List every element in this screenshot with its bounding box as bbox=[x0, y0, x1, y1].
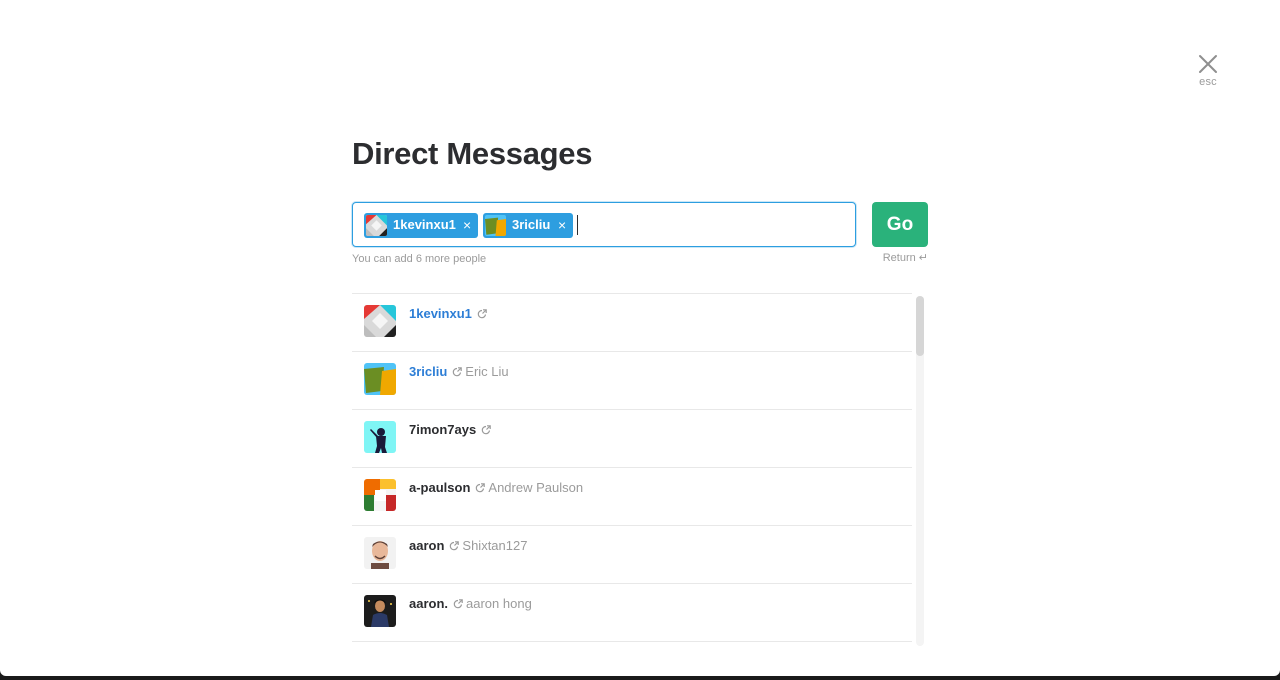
recipients-input[interactable]: 1kevinxu1 × 3ricliu × bbox=[352, 202, 856, 247]
username: aaron bbox=[409, 538, 445, 553]
external-link-icon bbox=[453, 597, 463, 612]
list-item[interactable]: aaron Shixtan127 bbox=[352, 526, 912, 584]
real-name: Andrew Paulson bbox=[488, 480, 584, 495]
close-button[interactable]: esc bbox=[1190, 54, 1226, 88]
avatar bbox=[364, 479, 396, 511]
username: aaron. bbox=[409, 596, 449, 611]
recipient-token[interactable]: 3ricliu × bbox=[483, 213, 573, 238]
list-item[interactable]: aaron. aaron hong bbox=[352, 584, 912, 642]
text-caret bbox=[577, 215, 578, 235]
recipient-token[interactable]: 1kevinxu1 × bbox=[364, 213, 478, 238]
token-label: 1kevinxu1 bbox=[393, 217, 456, 232]
external-link-icon bbox=[477, 307, 487, 322]
username: a-paulson bbox=[409, 480, 471, 495]
token-label: 3ricliu bbox=[512, 217, 551, 232]
real-name: Shixtan127 bbox=[462, 538, 528, 553]
avatar bbox=[485, 215, 506, 236]
avatar bbox=[364, 305, 396, 337]
recipient-limit-hint: You can add 6 more people bbox=[352, 253, 487, 265]
avatar bbox=[364, 421, 396, 453]
avatar bbox=[366, 215, 387, 236]
list-item[interactable]: 1kevinxu1 bbox=[352, 294, 912, 352]
external-link-icon bbox=[452, 365, 463, 380]
list-scrollbar[interactable] bbox=[916, 296, 924, 646]
real-name: Eric Liu bbox=[465, 364, 509, 379]
remove-token-icon[interactable]: × bbox=[558, 217, 566, 233]
username: 3ricliu bbox=[409, 364, 448, 379]
remove-token-icon[interactable]: × bbox=[463, 217, 471, 233]
member-results-list[interactable]: 1kevinxu1 3ricliu Eric Liu 7imon7ays a-p… bbox=[352, 293, 912, 647]
external-link-icon bbox=[481, 423, 492, 438]
page-title: Direct Messages bbox=[352, 136, 593, 171]
list-item[interactable]: a-paulson Andrew Paulson bbox=[352, 468, 912, 526]
username: 1kevinxu1 bbox=[409, 306, 472, 321]
go-button[interactable]: Go bbox=[872, 202, 928, 247]
username: 7imon7ays bbox=[409, 422, 477, 437]
list-item[interactable]: 7imon7ays bbox=[352, 410, 912, 468]
esc-hint: esc bbox=[1199, 76, 1217, 88]
external-link-icon bbox=[449, 539, 460, 554]
avatar bbox=[364, 537, 396, 569]
return-key-hint: Return ↵ bbox=[882, 252, 928, 264]
scrollbar-thumb[interactable] bbox=[916, 296, 924, 356]
close-x-icon[interactable] bbox=[1198, 54, 1218, 74]
external-link-icon bbox=[475, 481, 486, 496]
list-item[interactable]: 3ricliu Eric Liu bbox=[352, 352, 912, 410]
direct-messages-dialog: esc Direct Messages 1kevinxu1 × 3ricliu … bbox=[0, 0, 1280, 676]
avatar bbox=[364, 363, 396, 395]
real-name: aaron hong bbox=[466, 596, 532, 611]
avatar bbox=[364, 595, 396, 627]
